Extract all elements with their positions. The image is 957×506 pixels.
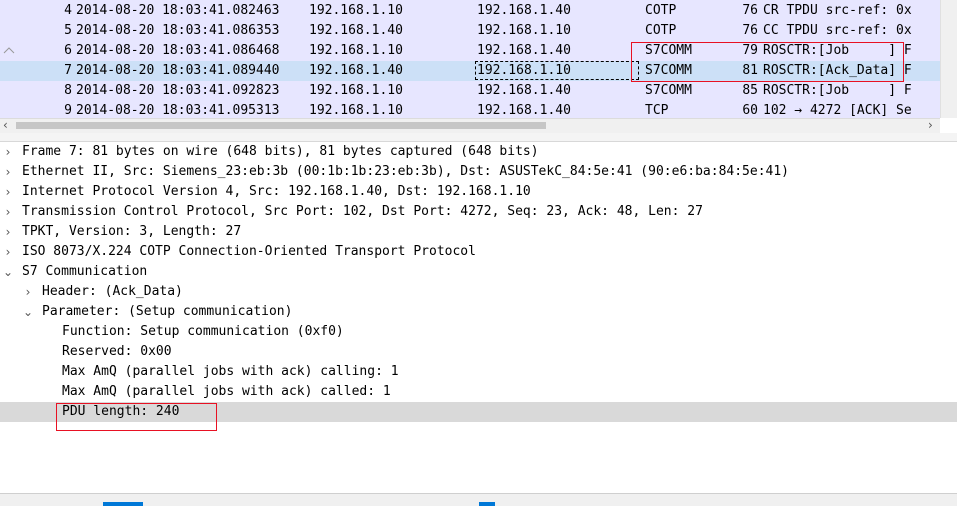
tree-item-function[interactable]: Function: Setup communication (0xf0)	[0, 322, 957, 342]
packet-number: 5	[64, 23, 72, 38]
chevron-right-icon[interactable]: ›	[2, 162, 14, 182]
tree-item-label: Transmission Control Protocol, Src Port:…	[22, 204, 703, 219]
tree-item-label: Max AmQ (parallel jobs with ack) calling…	[62, 364, 399, 379]
packet-number: 9	[64, 103, 72, 118]
packet-destination: 192.168.1.40	[477, 43, 571, 58]
packet-length: 76	[742, 23, 758, 38]
packet-source: 192.168.1.10	[309, 3, 403, 18]
tree-item-parameter[interactable]: ⌄ Parameter: (Setup communication)	[0, 302, 957, 322]
tree-item-label: Reserved: 0x00	[62, 344, 172, 359]
tree-item-ethernet[interactable]: › Ethernet II, Src: Siemens_23:eb:3b (00…	[0, 162, 957, 182]
chevron-right-icon[interactable]: ›	[2, 202, 14, 222]
tree-item-label: S7 Communication	[22, 264, 148, 279]
packet-time: 2014-08-20 18:03:41.086468	[76, 43, 280, 58]
packet-info: ROSCTR:[Job ] F	[763, 83, 912, 98]
chevron-right-icon[interactable]: ›	[2, 242, 14, 262]
packet-number: 4	[64, 3, 72, 18]
tree-item-pdu-length[interactable]: PDU length: 240	[0, 402, 957, 422]
tree-item-tcp[interactable]: › Transmission Control Protocol, Src Por…	[0, 202, 957, 222]
packet-row[interactable]: 8 2014-08-20 18:03:41.092823 192.168.1.1…	[0, 81, 940, 101]
packet-destination: 192.168.1.40	[477, 83, 571, 98]
tree-item-frame[interactable]: › Frame 7: 81 bytes on wire (648 bits), …	[0, 142, 957, 162]
tree-item-label: Frame 7: 81 bytes on wire (648 bits), 81…	[22, 144, 539, 159]
packet-row-selected[interactable]: 7 2014-08-20 18:03:41.089440 192.168.1.4…	[0, 61, 940, 81]
packet-length: 60	[742, 103, 758, 118]
packet-row[interactable]: 4 2014-08-20 18:03:41.082463 192.168.1.1…	[0, 1, 940, 21]
tree-item-tpkt[interactable]: › TPKT, Version: 3, Length: 27	[0, 222, 957, 242]
packet-destination: 192.168.1.40	[477, 3, 571, 18]
packet-time: 2014-08-20 18:03:41.092823	[76, 83, 280, 98]
chevron-right-icon[interactable]: ›	[2, 222, 14, 242]
tree-item-ipv4[interactable]: › Internet Protocol Version 4, Src: 192.…	[0, 182, 957, 202]
packet-row[interactable]: 5 2014-08-20 18:03:41.086353 192.168.1.4…	[0, 21, 940, 41]
tree-item-reserved[interactable]: Reserved: 0x00	[0, 342, 957, 362]
chevron-right-icon[interactable]: ›	[2, 142, 14, 162]
tree-item-label: Parameter: (Setup communication)	[42, 304, 293, 319]
tree-item-label: Function: Setup communication (0xf0)	[62, 324, 344, 339]
tab-indicator	[103, 502, 143, 506]
pane-splitter[interactable]	[0, 133, 957, 142]
packet-list-vertical-scrollbar[interactable]	[940, 0, 957, 118]
tree-item-s7comm[interactable]: ⌄ S7 Communication	[0, 262, 957, 282]
chevron-right-icon[interactable]: ›	[22, 282, 34, 302]
packet-protocol: S7COMM	[645, 83, 692, 98]
packet-length: 81	[742, 63, 758, 78]
packet-protocol: S7COMM	[645, 43, 692, 58]
tree-item-label: TPKT, Version: 3, Length: 27	[22, 224, 242, 239]
packet-protocol: COTP	[645, 23, 677, 38]
packet-row[interactable]: 6 2014-08-20 18:03:41.086468 192.168.1.1…	[0, 41, 940, 61]
tree-item-label: Max AmQ (parallel jobs with ack) called:…	[62, 384, 391, 399]
packet-time: 2014-08-20 18:03:41.095313	[76, 103, 280, 118]
packet-source: 192.168.1.10	[309, 43, 403, 58]
tree-item-label: Internet Protocol Version 4, Src: 192.16…	[22, 184, 531, 199]
packet-info: CR TPDU src-ref: 0x	[763, 3, 912, 18]
packet-destination: 192.168.1.10	[477, 23, 571, 38]
tree-item-maxamq-calling[interactable]: Max AmQ (parallel jobs with ack) calling…	[0, 362, 957, 382]
packet-time: 2014-08-20 18:03:41.082463	[76, 3, 280, 18]
chevron-left-icon[interactable]: ‹	[3, 118, 8, 132]
packet-length: 85	[742, 83, 758, 98]
packet-source: 192.168.1.10	[309, 83, 403, 98]
chevron-right-icon[interactable]: ›	[2, 182, 14, 202]
packet-row[interactable]: 9 2014-08-20 18:03:41.095313 192.168.1.1…	[0, 101, 940, 118]
tree-item-label: ISO 8073/X.224 COTP Connection-Oriented …	[22, 244, 476, 259]
packet-details-tree[interactable]: › Frame 7: 81 bytes on wire (648 bits), …	[0, 142, 957, 492]
packet-list-horizontal-scrollbar[interactable]: ‹ ›	[0, 118, 940, 133]
packet-time: 2014-08-20 18:03:41.086353	[76, 23, 280, 38]
packet-number: 6	[64, 43, 72, 58]
tree-item-maxamq-called[interactable]: Max AmQ (parallel jobs with ack) called:…	[0, 382, 957, 402]
packet-info: ROSCTR:[Job ] F	[763, 43, 912, 58]
packet-list[interactable]: 4 2014-08-20 18:03:41.082463 192.168.1.1…	[0, 0, 940, 118]
packet-source: 192.168.1.40	[309, 63, 403, 78]
scrollbar-thumb[interactable]	[16, 122, 546, 129]
packet-destination: 192.168.1.10	[475, 61, 639, 80]
packet-length: 76	[742, 3, 758, 18]
packet-protocol: TCP	[645, 103, 669, 118]
packet-protocol: S7COMM	[645, 63, 692, 78]
packet-info: CC TPDU src-ref: 0x	[763, 23, 912, 38]
packet-protocol: COTP	[645, 3, 677, 18]
bottom-pane-strip	[0, 493, 957, 506]
packet-source: 192.168.1.10	[309, 103, 403, 118]
packet-time: 2014-08-20 18:03:41.089440	[76, 63, 280, 78]
packet-length: 79	[742, 43, 758, 58]
packet-source: 192.168.1.40	[309, 23, 403, 38]
tree-item-label: PDU length: 240	[62, 404, 180, 419]
tab-indicator	[479, 502, 495, 506]
packet-number: 8	[64, 83, 72, 98]
tree-item-cotp[interactable]: › ISO 8073/X.224 COTP Connection-Oriente…	[0, 242, 957, 262]
packet-number: 7	[64, 63, 72, 78]
packet-info: 102 → 4272 [ACK] Se	[763, 103, 912, 118]
chevron-down-icon[interactable]: ⌄	[22, 302, 34, 322]
packet-destination: 192.168.1.40	[477, 103, 571, 118]
tree-item-label: Ethernet II, Src: Siemens_23:eb:3b (00:1…	[22, 164, 790, 179]
chevron-down-icon[interactable]: ⌄	[2, 262, 14, 282]
packet-info: ROSCTR:[Ack_Data] F	[763, 63, 912, 78]
tree-item-label: Header: (Ack_Data)	[42, 284, 183, 299]
chevron-right-icon[interactable]: ›	[928, 118, 933, 132]
tree-item-header[interactable]: › Header: (Ack_Data)	[0, 282, 957, 302]
